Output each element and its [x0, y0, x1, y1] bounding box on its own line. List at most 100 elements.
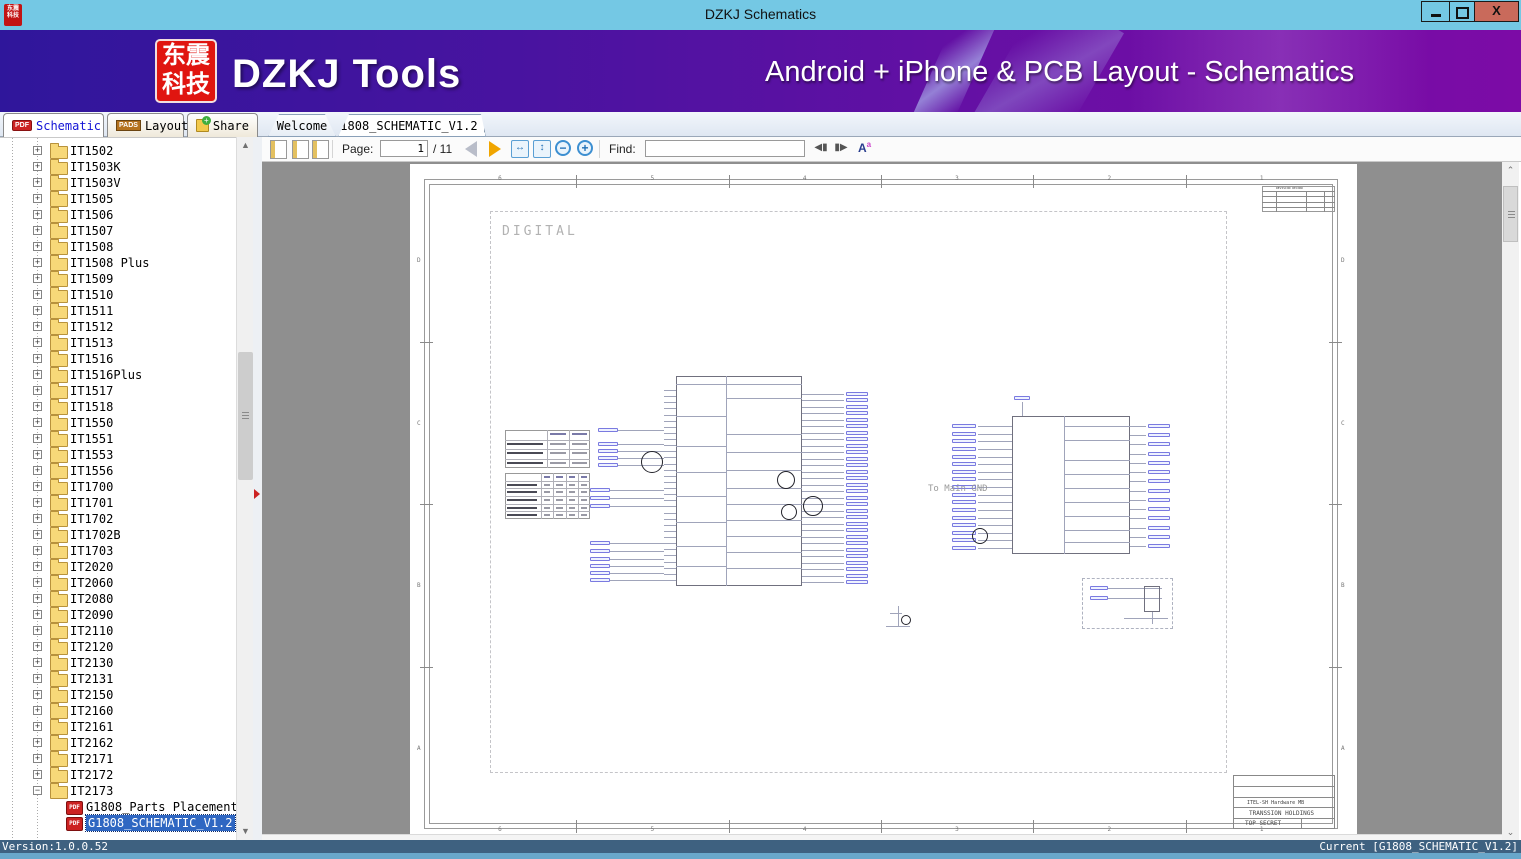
copy-page-icon[interactable] [292, 140, 309, 159]
expand-icon[interactable]: + [33, 466, 42, 475]
expand-icon[interactable]: + [33, 610, 42, 619]
tree-item-it1512[interactable]: + IT1512 [0, 319, 236, 335]
scroll-down-icon[interactable]: ▼ [237, 823, 254, 840]
expand-icon[interactable]: + [33, 162, 42, 171]
tab-close-icon[interactable]: x [484, 118, 491, 133]
expand-icon[interactable]: + [33, 306, 42, 315]
tree-item-it1506[interactable]: + IT1506 [0, 207, 236, 223]
find-previous-icon[interactable]: ◀▮ [814, 142, 828, 154]
splitter-collapse-icon[interactable] [254, 489, 260, 499]
tree-item-it2161[interactable]: + IT2161 [0, 719, 236, 735]
tree-item-g1808-schematic-v1-2[interactable]: PDF G1808_SCHEMATIC_V1.2 [0, 814, 236, 832]
expand-icon[interactable]: + [33, 514, 42, 523]
expand-icon[interactable]: + [33, 498, 42, 507]
tree-item-it2171[interactable]: + IT2171 [0, 751, 236, 767]
tree-item-it1702[interactable]: + IT1702 [0, 511, 236, 527]
expand-icon[interactable]: + [33, 722, 42, 731]
previous-page-icon[interactable] [465, 141, 477, 157]
tree-item-it1505[interactable]: + IT1505 [0, 191, 236, 207]
tree-item-it1509[interactable]: + IT1509 [0, 271, 236, 287]
fit-width-icon[interactable]: ↔ [511, 140, 529, 158]
tree-item-it1556[interactable]: + IT1556 [0, 463, 236, 479]
expand-icon[interactable]: + [33, 210, 42, 219]
expand-icon[interactable]: + [33, 242, 42, 251]
tree-item-it1550[interactable]: + IT1550 [0, 415, 236, 431]
tree-item-it1502[interactable]: + IT1502 [0, 143, 236, 159]
tree-item-it1703[interactable]: + IT1703 [0, 543, 236, 559]
tree-item-it1507[interactable]: + IT1507 [0, 223, 236, 239]
expand-icon[interactable]: + [33, 642, 42, 651]
expand-icon[interactable]: + [33, 322, 42, 331]
font-size-icon[interactable]: Aa [858, 140, 871, 155]
page-number-input[interactable] [380, 140, 428, 157]
find-input[interactable] [645, 140, 805, 157]
tab-document-active[interactable]: G1808_SCHEMATIC_V1.2 x [338, 114, 486, 137]
expand-icon[interactable]: + [33, 338, 42, 347]
tree-item-it2080[interactable]: + IT2080 [0, 591, 236, 607]
tree-item-it1513[interactable]: + IT1513 [0, 335, 236, 351]
expand-icon[interactable]: + [33, 434, 42, 443]
tree-item-it2173[interactable]: − IT2173 [0, 783, 236, 799]
tree-item-it1517[interactable]: + IT1517 [0, 383, 236, 399]
expand-icon[interactable]: + [33, 418, 42, 427]
scroll-down-icon[interactable]: ⌄ [1502, 824, 1519, 841]
expand-icon[interactable]: + [33, 754, 42, 763]
sidebar-scrollbar-thumb[interactable] [238, 352, 253, 480]
tree-item-it2131[interactable]: + IT2131 [0, 671, 236, 687]
tree-item-it1551[interactable]: + IT1551 [0, 431, 236, 447]
tree-item-it2160[interactable]: + IT2160 [0, 703, 236, 719]
scroll-up-icon[interactable]: ⌃ [1502, 162, 1519, 179]
tree-item-it1553[interactable]: + IT1553 [0, 447, 236, 463]
tree-item-g1808-parts-placement[interactable]: PDF G1808_Parts Placement [0, 799, 236, 815]
expand-icon[interactable]: + [33, 770, 42, 779]
tree-item-it1503v[interactable]: + IT1503V [0, 175, 236, 191]
tree-item-it2172[interactable]: + IT2172 [0, 767, 236, 783]
tree-item-it1511[interactable]: + IT1511 [0, 303, 236, 319]
expand-icon[interactable]: + [33, 530, 42, 539]
tab-layout[interactable]: PADS Layout [107, 113, 188, 137]
expand-icon[interactable]: + [33, 594, 42, 603]
minimize-button[interactable] [1421, 1, 1450, 22]
tree-item-it2120[interactable]: + IT2120 [0, 639, 236, 655]
tree-item-it2060[interactable]: + IT2060 [0, 575, 236, 591]
next-page-icon[interactable] [489, 141, 501, 157]
expand-icon[interactable]: + [33, 706, 42, 715]
expand-icon[interactable]: + [33, 658, 42, 667]
tree-item-it2110[interactable]: + IT2110 [0, 623, 236, 639]
expand-icon[interactable]: + [33, 194, 42, 203]
tree-item-it1518[interactable]: + IT1518 [0, 399, 236, 415]
find-next-icon[interactable]: ▮▶ [834, 142, 848, 154]
expand-icon[interactable]: + [33, 546, 42, 555]
expand-icon[interactable]: + [33, 146, 42, 155]
tree-item-it1503k[interactable]: + IT1503K [0, 159, 236, 175]
expand-icon[interactable]: + [33, 178, 42, 187]
tree-item-it1508[interactable]: + IT1508 [0, 239, 236, 255]
expand-icon[interactable]: + [33, 226, 42, 235]
tree-item-it1702b[interactable]: + IT1702B [0, 527, 236, 543]
tree-item-it2162[interactable]: + IT2162 [0, 735, 236, 751]
expand-icon[interactable]: + [33, 258, 42, 267]
tree-item-it2020[interactable]: + IT2020 [0, 559, 236, 575]
expand-icon[interactable]: + [33, 738, 42, 747]
expand-icon[interactable]: + [33, 402, 42, 411]
viewer-vscrollbar-thumb[interactable] [1503, 186, 1518, 242]
expand-icon[interactable]: + [33, 690, 42, 699]
tree-item-it1516plus[interactable]: + IT1516Plus [0, 367, 236, 383]
close-button[interactable]: X [1474, 1, 1519, 22]
expand-icon[interactable]: + [33, 370, 42, 379]
tree-item-it1510[interactable]: + IT1510 [0, 287, 236, 303]
expand-icon[interactable]: + [33, 290, 42, 299]
expand-icon[interactable]: + [33, 578, 42, 587]
expand-icon[interactable]: + [33, 674, 42, 683]
viewer-vscrollbar[interactable]: ⌃ ⌄ [1502, 162, 1519, 841]
scroll-up-icon[interactable]: ▲ [237, 137, 254, 154]
tree-item-it1701[interactable]: + IT1701 [0, 495, 236, 511]
maximize-button[interactable] [1449, 1, 1475, 22]
collapse-icon[interactable]: − [33, 786, 42, 795]
expand-icon[interactable]: + [33, 274, 42, 283]
tab-schematic[interactable]: PDF Schematic [3, 113, 104, 137]
expand-icon[interactable]: + [33, 450, 42, 459]
multi-page-icon[interactable] [312, 140, 329, 159]
tree-item-it2150[interactable]: + IT2150 [0, 687, 236, 703]
tree-item-it2090[interactable]: + IT2090 [0, 607, 236, 623]
